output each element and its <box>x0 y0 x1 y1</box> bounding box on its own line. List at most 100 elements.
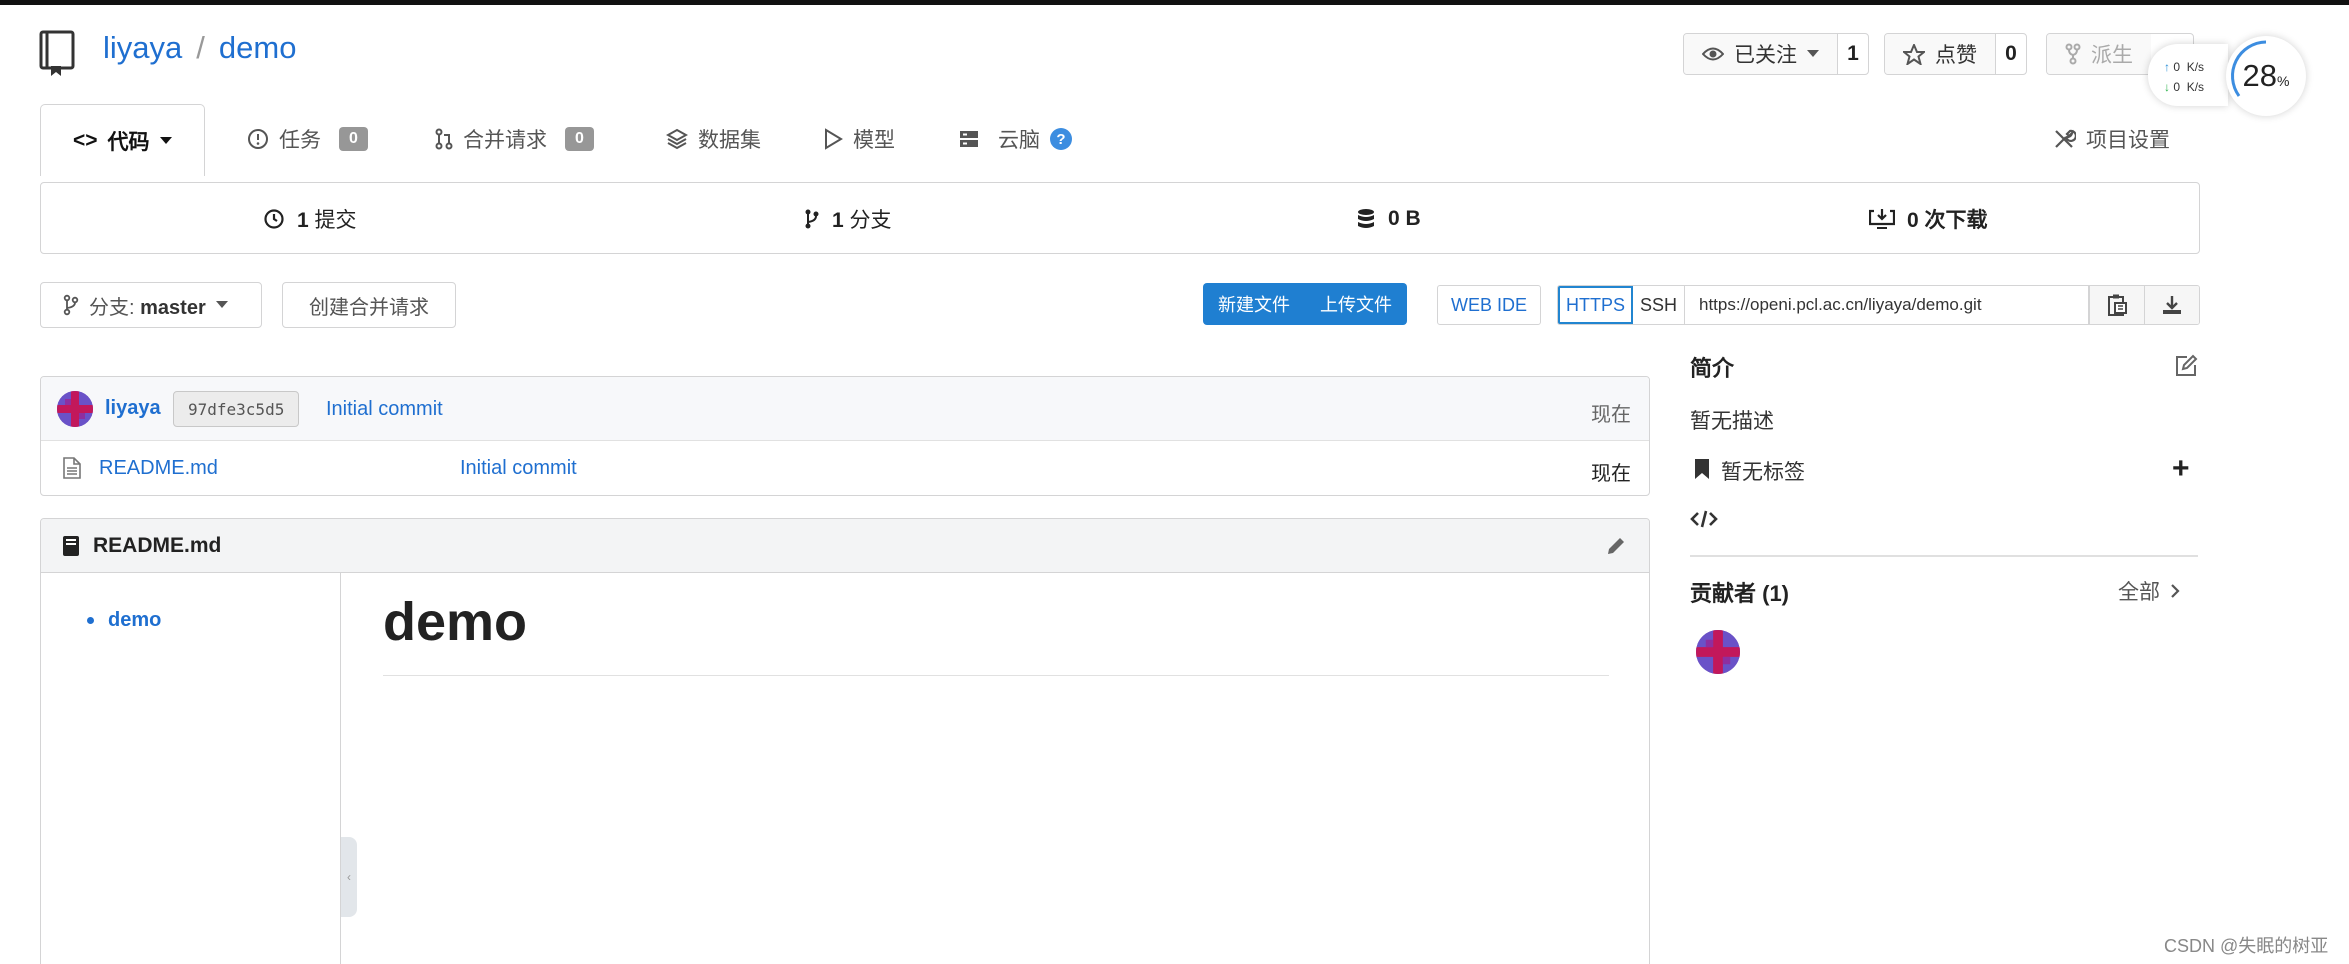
file-name-link[interactable]: README.md <box>99 457 218 480</box>
repo-book-icon <box>38 30 78 78</box>
caret-down-icon <box>215 301 228 308</box>
contributors-all-link[interactable]: 全部 <box>2118 576 2180 606</box>
code-icon: <> <box>73 128 98 152</box>
copy-url-button[interactable] <box>2089 286 2144 324</box>
breadcrumb-separator: / <box>196 30 205 65</box>
download-arrow-icon: ↓ <box>2164 80 2170 94</box>
tab-settings[interactable]: 项目设置 <box>2052 104 2170 174</box>
issues-count-badge: 0 <box>339 127 368 151</box>
tab-settings-label: 项目设置 <box>2086 129 2170 152</box>
size-value: 0 B <box>1388 207 1421 230</box>
readme-heading: demo <box>383 592 528 652</box>
edit-description-icon[interactable] <box>2174 354 2198 378</box>
size-stat: 0 B <box>1356 183 1421 255</box>
pull-requests-count-badge: 0 <box>565 127 594 151</box>
tab-pull-requests[interactable]: 合并请求 0 <box>435 104 594 174</box>
bullet-icon <box>87 617 94 624</box>
heading-divider <box>383 675 1609 676</box>
branch-icon <box>63 294 79 316</box>
star-button-group: 点赞 0 <box>1884 33 2027 75</box>
download-unit: K/s <box>2186 80 2205 94</box>
add-tag-icon[interactable]: + <box>2172 452 2190 486</box>
latest-commit-bar: liyaya 97dfe3c5d5 Initial commit 现在 <box>41 377 1649 441</box>
commits-label: 提交 <box>314 209 357 232</box>
star-label: 点赞 <box>1935 44 1977 67</box>
star-button[interactable]: 点赞 <box>1885 34 1996 74</box>
contributors-title: 贡献者 (1) <box>1690 581 1790 606</box>
contributors-all-label: 全部 <box>2118 581 2160 604</box>
branch-selector[interactable]: 分支: master <box>40 282 262 328</box>
web-ide-button[interactable]: WEB IDE <box>1437 285 1541 325</box>
code-language-icon <box>1690 510 1718 528</box>
download-icon <box>2163 296 2181 314</box>
file-time: 现在 <box>1591 463 1631 485</box>
downloads-stat: 0 次下载 <box>1869 183 1988 255</box>
contributor-avatar[interactable] <box>1696 630 1740 674</box>
toc-item[interactable]: demo <box>87 609 161 632</box>
usage-ring-icon <box>2231 40 2267 97</box>
memory-usage-circle[interactable]: 28% <box>2226 36 2306 116</box>
tab-code[interactable]: <> 代码 <box>40 104 205 176</box>
caret-down-icon <box>1807 50 1819 57</box>
upload-file-button[interactable]: 上传文件 <box>1305 291 1407 317</box>
identicon-icon <box>1696 630 1740 674</box>
issue-icon <box>248 129 268 149</box>
help-question-icon[interactable]: ? <box>1050 128 1072 150</box>
avatar[interactable] <box>57 391 93 427</box>
tab-cloudbrain-label: 云脑 <box>998 129 1040 152</box>
tab-cloudbrain[interactable]: 云脑 ? <box>958 104 1072 174</box>
star-count[interactable]: 0 <box>1996 34 2026 74</box>
download-tray-icon <box>1869 209 1895 229</box>
watermark-text: CSDN @失眠的树亚 <box>2164 936 2329 956</box>
commits-count: 1 <box>297 209 309 232</box>
commit-author-link[interactable]: liyaya <box>105 397 161 420</box>
repo-stats-bar: 1 提交 1 分支 0 B 0 次下载 <box>40 182 2200 254</box>
fork-button[interactable]: 派生 <box>2047 34 2151 74</box>
tab-pull-requests-label: 合并请求 <box>463 129 547 152</box>
file-icon <box>63 457 81 479</box>
toc-collapse-handle[interactable]: ‹ <box>341 837 357 917</box>
window-top-border <box>0 0 2349 5</box>
tab-models[interactable]: 模型 <box>823 104 895 174</box>
tab-datasets-label: 数据集 <box>698 129 761 152</box>
commit-message-link[interactable]: Initial commit <box>326 398 443 421</box>
watch-button[interactable]: 已关注 <box>1684 34 1838 74</box>
star-icon <box>1903 43 1925 65</box>
https-toggle[interactable]: HTTPS <box>1558 286 1633 324</box>
readme-header: README.md <box>41 519 1649 573</box>
edit-pencil-icon[interactable] <box>1605 535 1627 557</box>
database-icon <box>1358 209 1374 228</box>
readme-toc: demo <box>41 573 341 964</box>
bookmark-icon <box>1695 459 1709 479</box>
commits-stat[interactable]: 1 提交 <box>263 183 357 255</box>
file-commit-link[interactable]: Initial commit <box>460 457 577 480</box>
branches-stat[interactable]: 1 分支 <box>804 183 892 255</box>
play-outline-icon <box>825 128 843 150</box>
branches-label: 分支 <box>849 209 892 232</box>
repo-name-link[interactable]: demo <box>219 30 297 66</box>
clone-url-group: HTTPS SSH https://openi.pcl.ac.cn/liyaya… <box>1557 285 2200 325</box>
about-title: 简介 <box>1690 356 1735 381</box>
new-file-button[interactable]: 新建文件 <box>1203 291 1305 317</box>
watch-count[interactable]: 1 <box>1838 34 1868 74</box>
file-actions-group: 新建文件 上传文件 <box>1203 283 1407 325</box>
clone-url-input[interactable]: https://openi.pcl.ac.cn/liyaya/demo.git <box>1685 286 2089 324</box>
commit-sha-button[interactable]: 97dfe3c5d5 <box>173 391 300 427</box>
readme-filename: README.md <box>93 533 222 557</box>
download-archive-button[interactable] <box>2144 286 2199 324</box>
layers-icon <box>666 128 688 150</box>
download-value: 0 <box>2173 80 2181 94</box>
table-row[interactable]: README.md Initial commit 现在 <box>41 441 1649 495</box>
create-pull-request-button[interactable]: 创建合并请求 <box>282 282 456 328</box>
sidebar-divider <box>1690 555 2198 557</box>
watch-label: 已关注 <box>1734 44 1797 67</box>
ssh-toggle[interactable]: SSH <box>1633 286 1685 324</box>
repo-owner-link[interactable]: liyaya <box>103 30 182 66</box>
file-list: liyaya 97dfe3c5d5 Initial commit 现在 READ… <box>40 376 1650 496</box>
tab-datasets[interactable]: 数据集 <box>666 104 761 174</box>
tab-issues[interactable]: 任务 0 <box>247 104 368 174</box>
tab-issues-label: 任务 <box>279 129 321 152</box>
chevron-right-icon <box>2171 584 2180 598</box>
chevron-left-icon: ‹ <box>347 870 351 884</box>
toc-item-label: demo <box>108 609 162 631</box>
